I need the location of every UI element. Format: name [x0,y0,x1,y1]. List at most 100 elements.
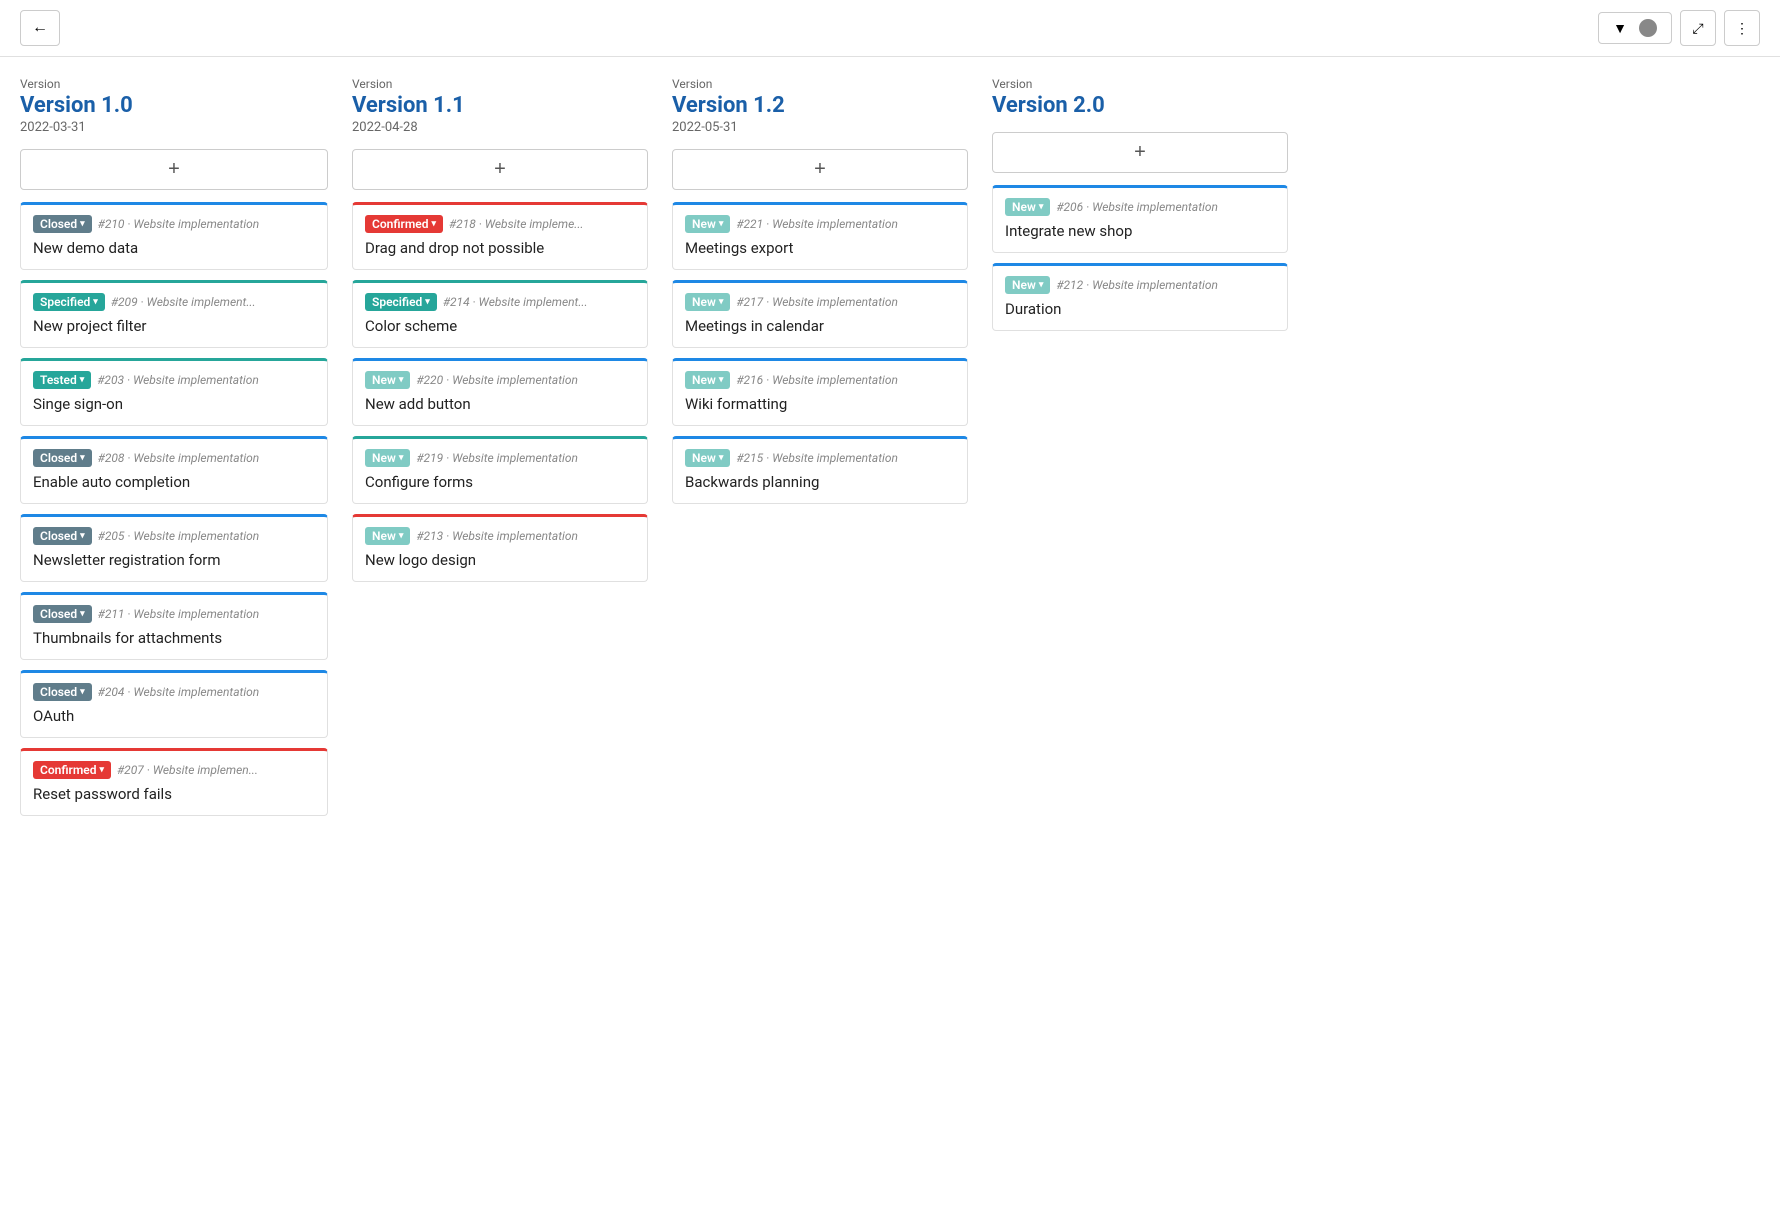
version-label: Version [352,77,648,91]
expand-icon: ⤢ [1692,20,1703,37]
status-badge[interactable]: Closed ▾ [33,527,92,545]
version-label: Version [992,77,1288,91]
card-title: New logo design [365,551,635,569]
card: New ▾ #219 · Website implementation Conf… [352,436,648,504]
more-icon: ⋮ [1735,20,1749,37]
card: Closed ▾ #205 · Website implementation N… [20,514,328,582]
card-meta: New ▾ #216 · Website implementation [685,371,955,389]
card-issue: #205 · Website implementation [98,529,260,543]
status-badge[interactable]: Specified ▾ [33,293,105,311]
status-badge[interactable]: New ▾ [365,449,410,467]
card-meta: New ▾ #212 · Website implementation [1005,276,1275,294]
version-date: 2022-04-28 [352,120,648,135]
status-badge[interactable]: Confirmed ▾ [365,215,443,233]
version-name: Version 1.0 [20,93,328,118]
chevron-down-icon: ▾ [719,375,724,385]
status-badge[interactable]: New ▾ [1005,276,1050,294]
add-card-button[interactable]: + [992,132,1288,173]
chevron-down-icon: ▾ [80,219,85,229]
card: Closed ▾ #208 · Website implementation E… [20,436,328,504]
card-meta: Confirmed ▾ #218 · Website impleme... [365,215,635,233]
card-meta: New ▾ #220 · Website implementation [365,371,635,389]
card: Confirmed ▾ #207 · Website implemen... R… [20,748,328,816]
card-issue: #216 · Website implementation [736,373,898,387]
status-badge[interactable]: Specified ▾ [365,293,437,311]
more-options-button[interactable]: ⋮ [1724,10,1760,46]
card: Closed ▾ #204 · Website implementation O… [20,670,328,738]
card-issue: #209 · Website implement... [111,295,256,309]
version-label: Version [20,77,328,91]
filter-button[interactable]: ▼ [1598,12,1672,44]
card-issue: #221 · Website implementation [736,217,898,231]
chevron-down-icon: ▾ [99,765,104,775]
card: Confirmed ▾ #218 · Website impleme... Dr… [352,202,648,270]
status-badge[interactable]: Closed ▾ [33,215,92,233]
add-card-button[interactable]: + [20,149,328,190]
card-title: Newsletter registration form [33,551,315,569]
card-issue: #220 · Website implementation [416,373,578,387]
card-title: Thumbnails for attachments [33,629,315,647]
expand-button[interactable]: ⤢ [1680,10,1716,46]
card: New ▾ #221 · Website implementation Meet… [672,202,968,270]
chevron-down-icon: ▾ [719,297,724,307]
card-meta: New ▾ #213 · Website implementation [365,527,635,545]
add-card-button[interactable]: + [672,149,968,190]
status-badge[interactable]: Tested ▾ [33,371,91,389]
status-badge[interactable]: New ▾ [365,527,410,545]
version-name: Version 1.2 [672,93,968,118]
card-issue: #210 · Website implementation [98,217,260,231]
card: New ▾ #206 · Website implementation Inte… [992,185,1288,253]
card-issue: #213 · Website implementation [416,529,578,543]
card-issue: #214 · Website implement... [443,295,588,309]
status-badge[interactable]: New ▾ [685,293,730,311]
chevron-down-icon: ▾ [399,453,404,463]
chevron-down-icon: ▾ [80,687,85,697]
card-issue: #203 · Website implementation [97,373,259,387]
back-button[interactable]: ← [20,10,60,46]
status-badge[interactable]: Closed ▾ [33,683,92,701]
card-title: Reset password fails [33,785,315,803]
card-meta: Specified ▾ #209 · Website implement... [33,293,315,311]
card-title: Singe sign-on [33,395,315,413]
status-badge[interactable]: Closed ▾ [33,449,92,467]
card-title: Configure forms [365,473,635,491]
chevron-down-icon: ▾ [93,297,98,307]
header-actions: ▼ ⤢ ⋮ [1598,10,1760,46]
chevron-down-icon: ▾ [425,297,430,307]
version-name: Version 2.0 [992,93,1288,118]
chevron-down-icon: ▾ [399,375,404,385]
card: Specified ▾ #214 · Website implement... … [352,280,648,348]
card: Closed ▾ #210 · Website implementation N… [20,202,328,270]
filter-badge [1639,19,1657,37]
chevron-down-icon: ▾ [719,219,724,229]
version-date: 2022-05-31 [672,120,968,135]
status-badge[interactable]: New ▾ [1005,198,1050,216]
card-title: Drag and drop not possible [365,239,635,257]
chevron-down-icon: ▾ [719,453,724,463]
card-issue: #215 · Website implementation [736,451,898,465]
chevron-down-icon: ▾ [80,453,85,463]
card: New ▾ #213 · Website implementation New … [352,514,648,582]
app-header: ← ▼ ⤢ ⋮ [0,0,1780,57]
status-badge[interactable]: New ▾ [685,449,730,467]
card: New ▾ #212 · Website implementation Dura… [992,263,1288,331]
version-column-3: Version Version 2.0 + New ▾ #206 · Websi… [980,77,1300,826]
card-issue: #208 · Website implementation [98,451,260,465]
card-meta: New ▾ #206 · Website implementation [1005,198,1275,216]
card-meta: Closed ▾ #208 · Website implementation [33,449,315,467]
card: New ▾ #215 · Website implementation Back… [672,436,968,504]
card-issue: #212 · Website implementation [1056,278,1218,292]
board-container: Version Version 1.0 2022-03-31 + Closed … [0,57,1780,846]
card-title: Color scheme [365,317,635,335]
chevron-down-icon: ▾ [1039,280,1044,290]
card-title: Integrate new shop [1005,222,1275,240]
add-card-button[interactable]: + [352,149,648,190]
status-badge[interactable]: Closed ▾ [33,605,92,623]
status-badge[interactable]: New ▾ [365,371,410,389]
status-badge[interactable]: New ▾ [685,371,730,389]
card-title: New add button [365,395,635,413]
status-badge[interactable]: New ▾ [685,215,730,233]
card-issue: #206 · Website implementation [1056,200,1218,214]
version-column-2: Version Version 1.2 2022-05-31 + New ▾ #… [660,77,980,826]
status-badge[interactable]: Confirmed ▾ [33,761,111,779]
